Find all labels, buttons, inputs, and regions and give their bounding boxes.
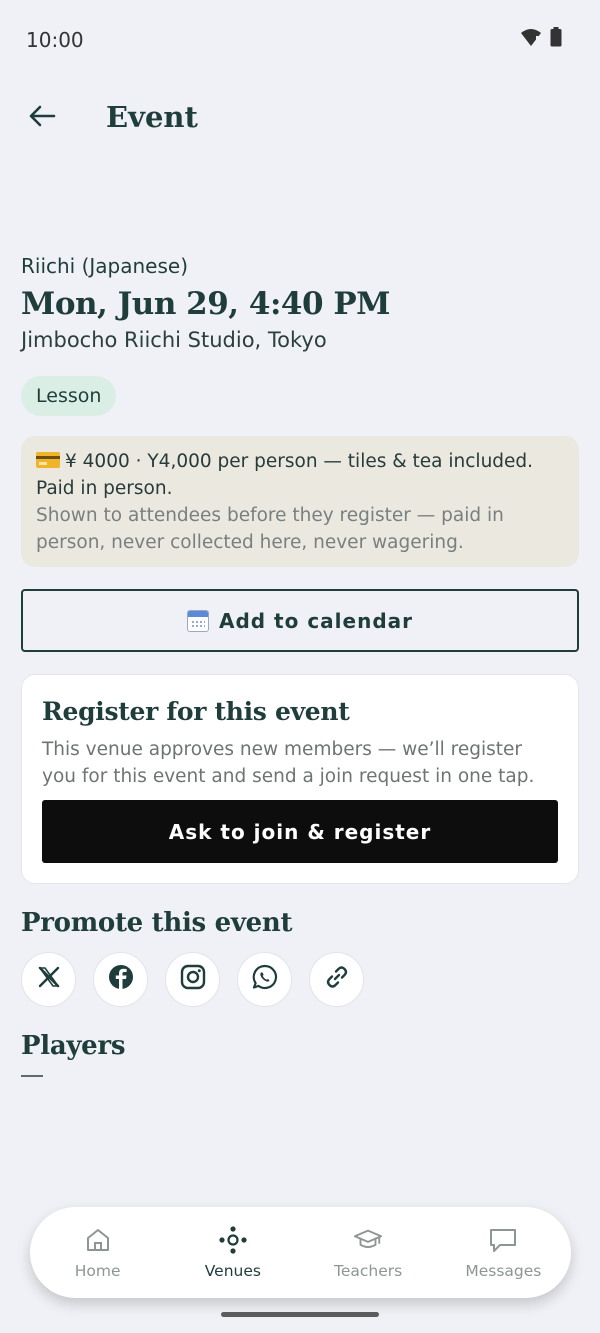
price-note: Shown to attendees before they register … bbox=[36, 505, 504, 553]
nav-item-venues[interactable]: Venues bbox=[165, 1207, 300, 1298]
venue-name: Jimbocho Riichi Studio, Tokyo bbox=[21, 328, 327, 352]
share-buttons bbox=[21, 952, 579, 1007]
home-icon bbox=[83, 1225, 113, 1255]
status-icons bbox=[520, 27, 562, 52]
home-indicator bbox=[221, 1312, 379, 1317]
share-whatsapp-button[interactable] bbox=[237, 952, 292, 1007]
page-title: Event bbox=[106, 100, 198, 134]
price-line: ¥ 4000 · Y4,000 per person — tiles & tea… bbox=[36, 448, 564, 502]
nav-item-messages[interactable]: Messages bbox=[436, 1207, 571, 1298]
bottom-nav: Home Venues Teachers Messages bbox=[30, 1207, 571, 1298]
players-title: Players bbox=[21, 1031, 126, 1061]
instagram-icon bbox=[180, 964, 206, 995]
x-icon bbox=[37, 965, 61, 994]
add-to-calendar-button[interactable]: Add to calendar bbox=[21, 589, 579, 652]
add-to-calendar-label: Add to calendar bbox=[218, 608, 414, 633]
register-card: Register for this event This venue appro… bbox=[21, 674, 579, 884]
share-instagram-button[interactable] bbox=[165, 952, 220, 1007]
copy-link-button[interactable] bbox=[309, 952, 364, 1007]
nav-label-messages: Messages bbox=[465, 1262, 542, 1280]
share-x-button[interactable] bbox=[21, 952, 76, 1007]
wifi-icon bbox=[520, 27, 542, 52]
event-type-badge: Lesson bbox=[21, 376, 117, 416]
status-bar: 10:00 bbox=[0, 0, 600, 78]
game-type: Riichi (Japanese) bbox=[21, 254, 189, 278]
facebook-icon bbox=[108, 964, 134, 995]
status-time: 10:00 bbox=[26, 28, 84, 52]
app-bar: Event bbox=[0, 90, 600, 146]
nav-label-home: Home bbox=[74, 1262, 121, 1280]
whatsapp-icon bbox=[252, 964, 278, 995]
promote-title: Promote this event bbox=[21, 908, 293, 938]
players-empty-dash bbox=[21, 1075, 43, 1077]
event-date: Mon, Jun 29, 4:40 PM bbox=[21, 286, 390, 322]
register-title: Register for this event bbox=[42, 697, 350, 726]
register-description: This venue approves new members — we’ll … bbox=[42, 739, 535, 787]
share-facebook-button[interactable] bbox=[93, 952, 148, 1007]
nav-label-teachers: Teachers bbox=[334, 1262, 403, 1280]
chat-icon bbox=[488, 1225, 518, 1255]
nav-item-teachers[interactable]: Teachers bbox=[301, 1207, 436, 1298]
ask-to-join-button[interactable]: Ask to join & register bbox=[42, 800, 558, 863]
credit-card-icon bbox=[36, 452, 60, 468]
arrow-left-icon bbox=[28, 104, 56, 133]
graduation-cap-icon bbox=[353, 1225, 383, 1255]
event-details: Riichi (Japanese) Mon, Jun 29, 4:40 PM J… bbox=[21, 254, 579, 1077]
battery-icon bbox=[550, 27, 562, 52]
price-text: ¥ 4000 · Y4,000 per person — tiles & tea… bbox=[36, 451, 534, 499]
price-info: ¥ 4000 · Y4,000 per person — tiles & tea… bbox=[21, 436, 579, 567]
nav-label-venues: Venues bbox=[204, 1262, 261, 1280]
venues-icon bbox=[218, 1225, 248, 1255]
link-icon bbox=[324, 964, 350, 995]
back-button[interactable] bbox=[22, 98, 62, 138]
nav-item-home[interactable]: Home bbox=[30, 1207, 165, 1298]
calendar-icon bbox=[186, 609, 209, 632]
